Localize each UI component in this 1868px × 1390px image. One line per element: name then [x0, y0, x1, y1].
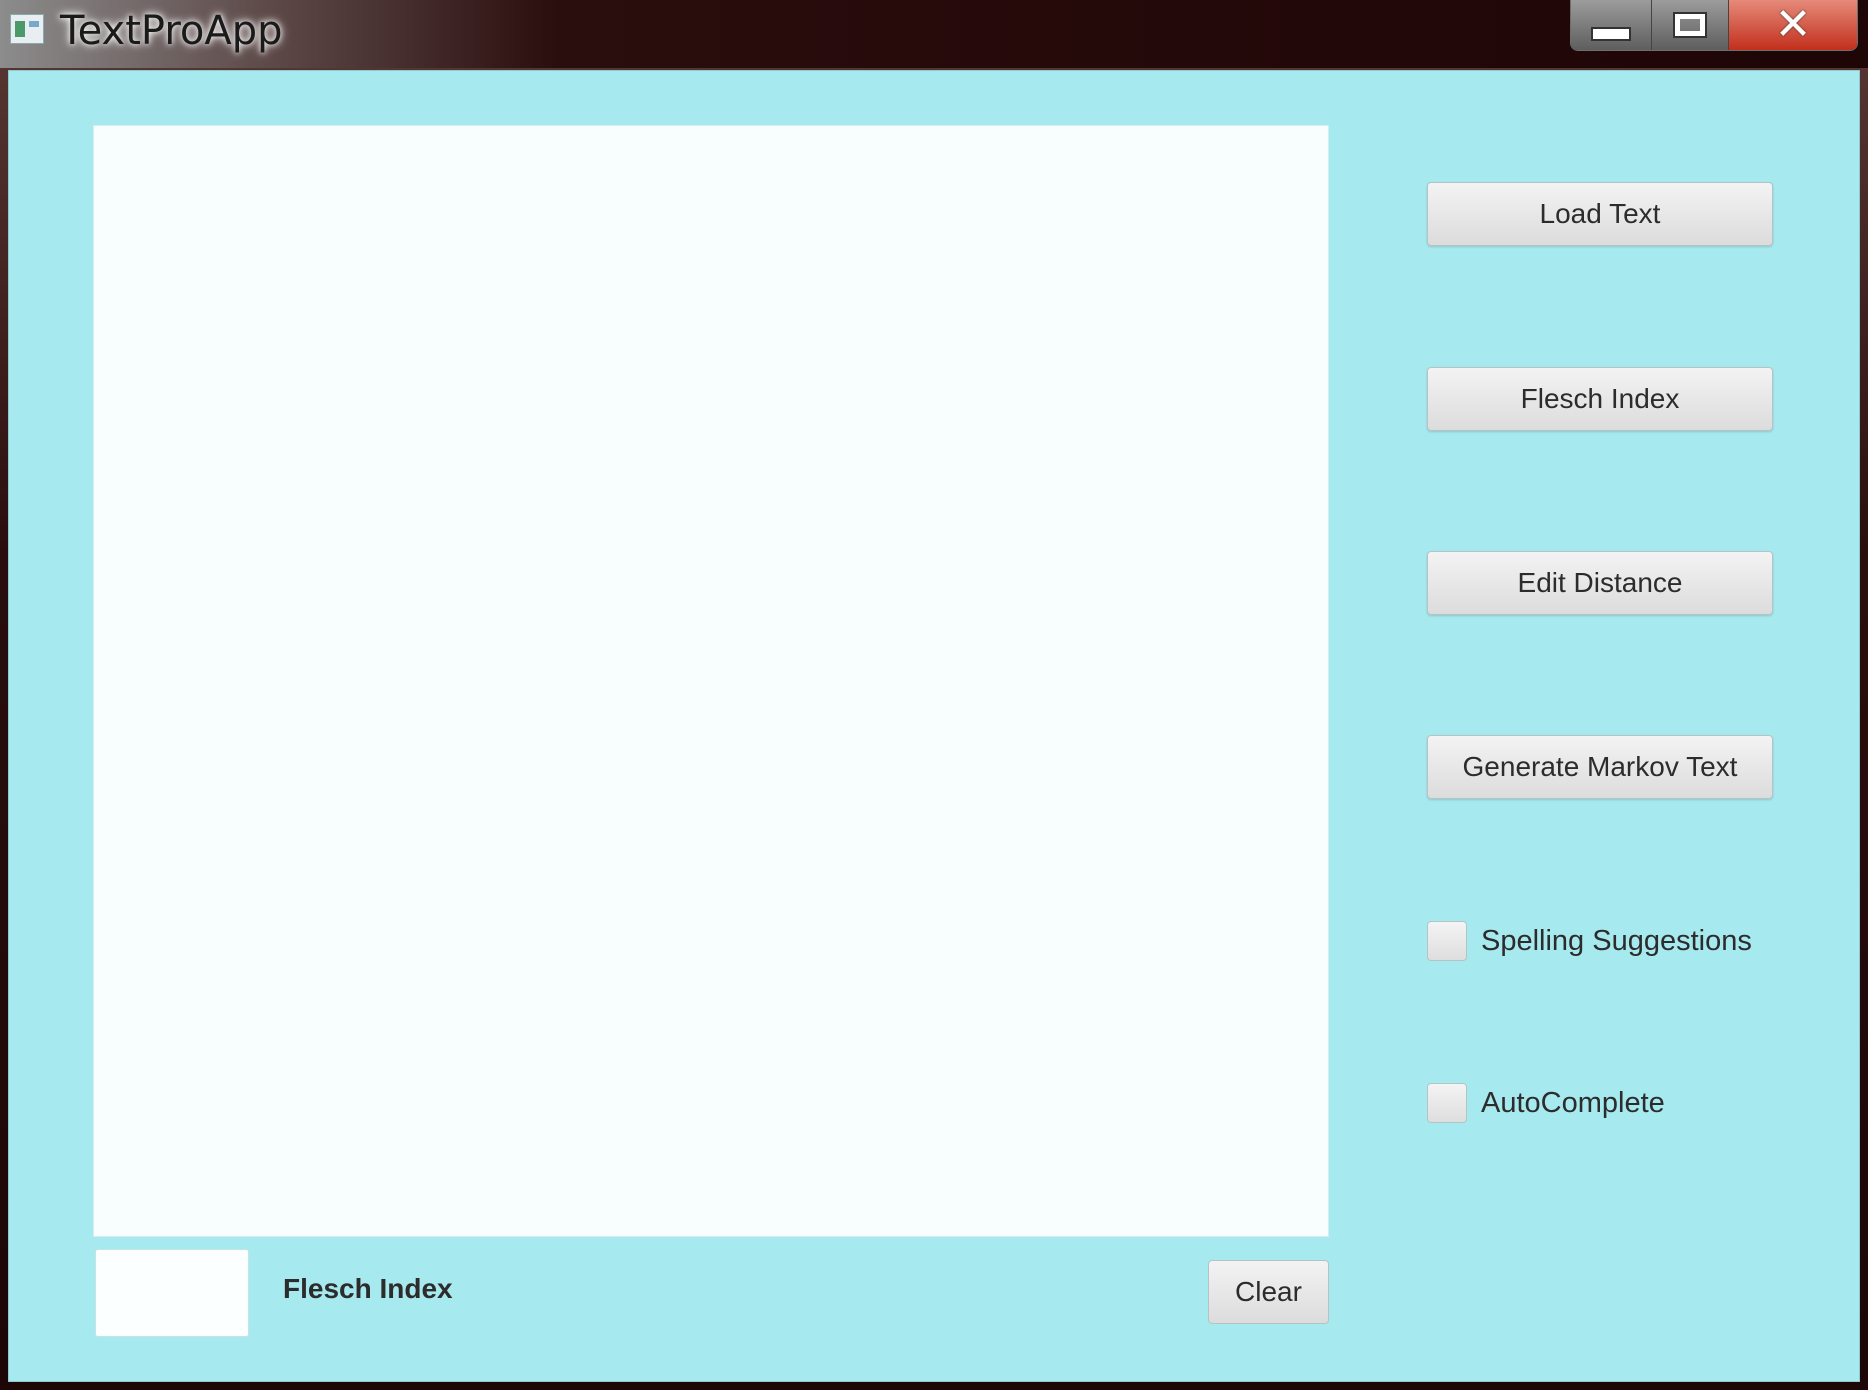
flesch-index-button[interactable]: Flesch Index — [1427, 367, 1773, 431]
autocomplete-label: AutoComplete — [1481, 1086, 1665, 1119]
app-icon-pane-right — [29, 21, 39, 27]
generate-markov-text-button[interactable]: Generate Markov Text — [1427, 735, 1773, 799]
flesch-index-output[interactable] — [95, 1249, 249, 1337]
edit-distance-button[interactable]: Edit Distance — [1427, 551, 1773, 615]
minimize-button[interactable] — [1571, 0, 1652, 50]
window-title: TextProApp — [60, 8, 283, 54]
app-window: TextProApp ✕ Load Text Flesch Index Edit… — [0, 0, 1868, 1390]
text-editor-area[interactable] — [93, 125, 1329, 1237]
spelling-suggestions-label: Spelling Suggestions — [1481, 924, 1752, 957]
load-text-button[interactable]: Load Text — [1427, 182, 1773, 246]
app-icon-pane-left — [15, 21, 25, 37]
minimize-icon — [1591, 27, 1631, 41]
maximize-button[interactable] — [1652, 0, 1729, 50]
clear-button[interactable]: Clear — [1208, 1260, 1329, 1324]
autocomplete-option[interactable]: AutoComplete — [1427, 1081, 1665, 1125]
close-button[interactable]: ✕ — [1729, 0, 1857, 50]
title-bar[interactable]: TextProApp ✕ — [0, 0, 1868, 68]
maximize-icon — [1673, 12, 1707, 38]
flesch-index-label: Flesch Index — [283, 1273, 453, 1304]
spelling-suggestions-option[interactable]: Spelling Suggestions — [1427, 919, 1752, 963]
caption-buttons: ✕ — [1570, 0, 1858, 51]
spelling-suggestions-checkbox[interactable] — [1427, 921, 1467, 961]
client-area: Load Text Flesch Index Edit Distance Gen… — [8, 70, 1860, 1382]
app-window-icon[interactable] — [10, 14, 44, 44]
close-icon: ✕ — [1774, 0, 1812, 50]
autocomplete-checkbox[interactable] — [1427, 1083, 1467, 1123]
